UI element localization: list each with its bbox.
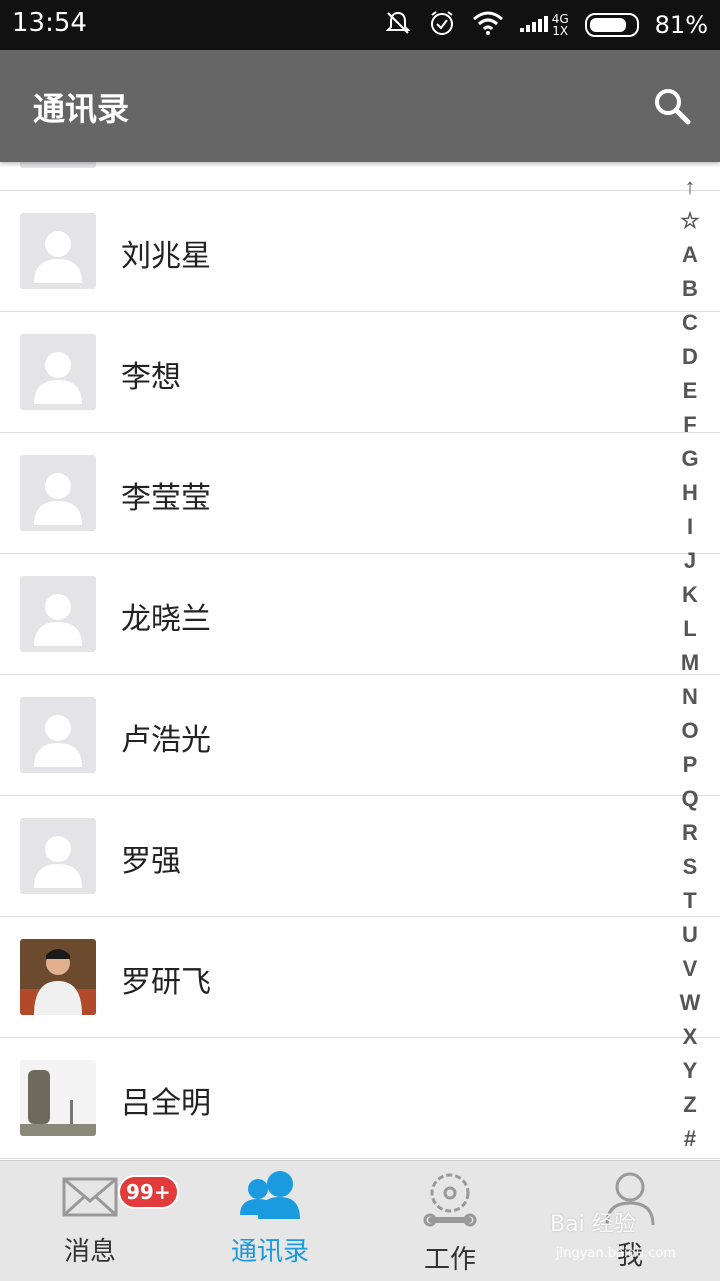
default-avatar — [20, 455, 96, 531]
status-icons: 4G 1X 81% — [384, 6, 708, 44]
mute-icon — [384, 9, 412, 41]
default-avatar — [20, 213, 96, 289]
index-letter[interactable]: D — [682, 340, 698, 374]
index-letter[interactable]: J — [684, 544, 696, 578]
tab-work[interactable]: 工作 — [360, 1161, 540, 1281]
index-letter[interactable]: Y — [683, 1054, 698, 1088]
index-letter[interactable]: O — [681, 714, 698, 748]
index-letter[interactable]: ☆ — [680, 204, 700, 238]
watermark-sub: jingyan.baidu.com — [556, 1246, 676, 1261]
contact-row[interactable]: 李想 — [0, 312, 720, 433]
index-letter[interactable]: B — [682, 272, 698, 306]
index-letter[interactable]: # — [684, 1122, 696, 1156]
contact-name: 龙晓兰 — [121, 602, 211, 637]
contact-name: 刘兆星 — [121, 239, 211, 274]
contact-row[interactable]: 罗强 — [0, 796, 720, 917]
index-letter[interactable]: Z — [683, 1088, 696, 1122]
default-avatar — [20, 818, 96, 894]
index-letter[interactable]: L — [683, 612, 696, 646]
index-letter[interactable]: F — [683, 408, 696, 442]
index-letter[interactable]: Q — [681, 782, 698, 816]
index-letter[interactable]: N — [682, 680, 698, 714]
index-letter[interactable]: C — [682, 306, 698, 340]
index-letter[interactable]: E — [683, 374, 698, 408]
app-bar: 通讯录 — [0, 50, 720, 162]
status-bar: 13:54 4G 1X 81% — [0, 0, 720, 50]
alarm-icon — [428, 9, 456, 41]
index-letter[interactable]: ↑ — [685, 170, 696, 204]
contact-row[interactable]: 卢浩光 — [0, 675, 720, 796]
contact-photo-avatar — [20, 1060, 96, 1136]
contact-name: 李想 — [121, 360, 181, 395]
tab-label-work: 工作 — [423, 1245, 476, 1275]
index-letter[interactable]: W — [680, 986, 701, 1020]
signal-icon: 4G 1X — [519, 13, 569, 38]
index-letter[interactable]: A — [682, 238, 698, 272]
index-letter[interactable]: I — [687, 510, 693, 544]
unread-badge: 99+ — [118, 1175, 179, 1209]
default-avatar — [20, 576, 96, 652]
contact-name: 罗研飞 — [121, 965, 211, 1000]
contact-row[interactable]: 李莹莹 — [0, 433, 720, 554]
contact-list[interactable]: 刘鹏刘兆星李想李莹莹龙晓兰卢浩光罗强罗研飞吕全明 — [0, 112, 720, 1160]
battery-icon — [584, 13, 639, 37]
envelope-icon — [60, 1169, 120, 1225]
page-title: 通讯录 — [33, 90, 130, 128]
index-letter[interactable]: H — [682, 476, 698, 510]
default-avatar — [20, 334, 96, 410]
default-avatar — [20, 697, 96, 773]
contact-photo-avatar — [20, 939, 96, 1015]
index-letter[interactable]: T — [683, 884, 696, 918]
contact-name: 吕全明 — [121, 1086, 211, 1121]
tab-label-contacts: 通讯录 — [230, 1237, 309, 1267]
index-letter[interactable]: V — [683, 952, 698, 986]
search-icon[interactable] — [652, 86, 692, 126]
contact-row[interactable]: 罗研飞 — [0, 917, 720, 1038]
contact-row[interactable]: 吕全明 — [0, 1038, 720, 1159]
index-letter[interactable]: K — [682, 578, 698, 612]
contact-name: 卢浩光 — [121, 723, 211, 758]
status-time: 13:54 — [12, 8, 87, 38]
index-letter[interactable]: G — [681, 442, 698, 476]
battery-percent: 81% — [654, 11, 708, 39]
contact-row[interactable]: 刘兆星 — [0, 191, 720, 312]
network-type-bottom: 1X — [552, 24, 569, 38]
contact-row[interactable]: 龙晓兰 — [0, 554, 720, 675]
index-letter[interactable]: S — [683, 850, 698, 884]
gear-wrench-icon — [422, 1169, 478, 1233]
index-letter[interactable]: M — [681, 646, 699, 680]
contacts-icon — [238, 1169, 302, 1227]
index-letter[interactable]: P — [683, 748, 698, 782]
tab-messages[interactable]: 99+ 消息 — [0, 1161, 180, 1281]
wifi-icon — [472, 10, 504, 40]
alphabet-index[interactable]: ↑ ☆ A B C D E F G H I J K L M N O P Q R S T U V W X Y Z # — [676, 170, 704, 1156]
contact-name: 李莹莹 — [121, 481, 211, 516]
index-letter[interactable]: U — [682, 918, 698, 952]
watermark: Bai 经验 — [550, 1212, 636, 1237]
tab-contacts[interactable]: 通讯录 — [180, 1161, 360, 1281]
contact-name: 罗强 — [121, 844, 181, 879]
index-letter[interactable]: R — [682, 816, 698, 850]
tab-label-messages: 消息 — [63, 1237, 116, 1267]
index-letter[interactable]: X — [683, 1020, 698, 1054]
